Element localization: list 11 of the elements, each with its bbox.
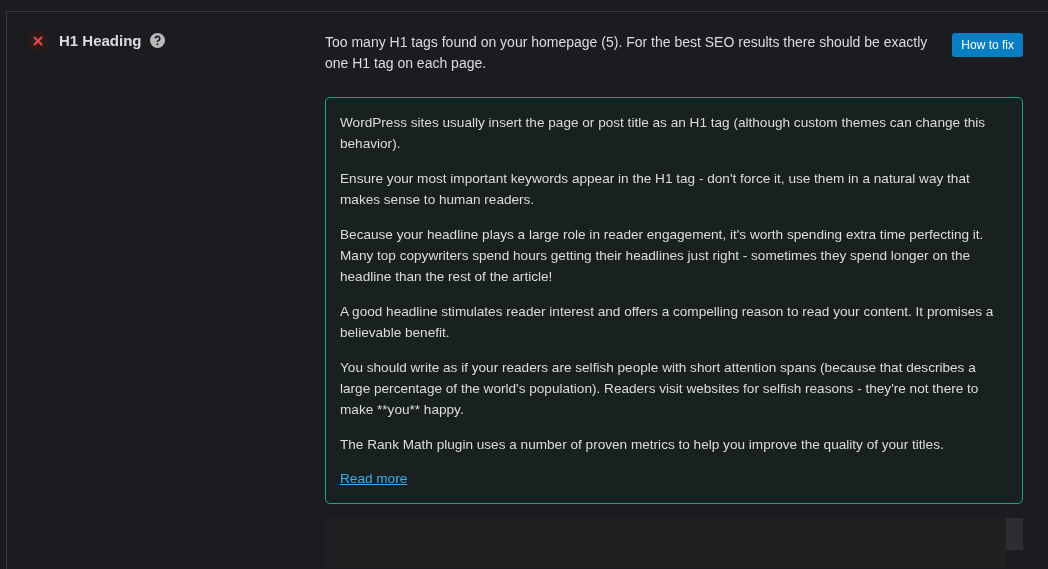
help-paragraph: A good headline stimulates reader interest and offers a compelling reason to read your content. It promises a believable benefit. [340,303,995,342]
help-icon[interactable] [149,33,165,48]
read-more-link[interactable]: Read more [340,471,408,486]
check-title: H1 Heading [59,31,142,51]
help-paragraph: You should write as if your readers are selfish people with short attention spans (because that describes a large percentage of the world's population). Readers visit websites for selfish reasons - they're not there to make **you** happy. [340,359,980,419]
how-to-fix-button[interactable]: How to fix [952,33,1023,57]
help-paragraph: The Rank Math plugin uses a number of proven metrics to help you improve the quality of your titles. [340,436,945,454]
help-paragraph: Ensure your most important keywords appear in the H1 tag - don't force it, use them in a natural way that makes sense to human readers. [340,170,971,209]
check-message: Too many H1 tags found on your homepage (5). For the best SEO results there should be exactly one H1 tag on each page. [325,33,929,73]
help-paragraph: WordPress sites usually insert the page or post title as an H1 tag (although custom themes can change this behavior). [340,114,987,153]
help-paragraph: Because your headline plays a large role in reader engagement, it's worth spending extra time perfecting it. Many top copywriters spend hours getting their headlines just right - sometimes they spend longer on the headline than the rest of the article! [340,226,985,286]
